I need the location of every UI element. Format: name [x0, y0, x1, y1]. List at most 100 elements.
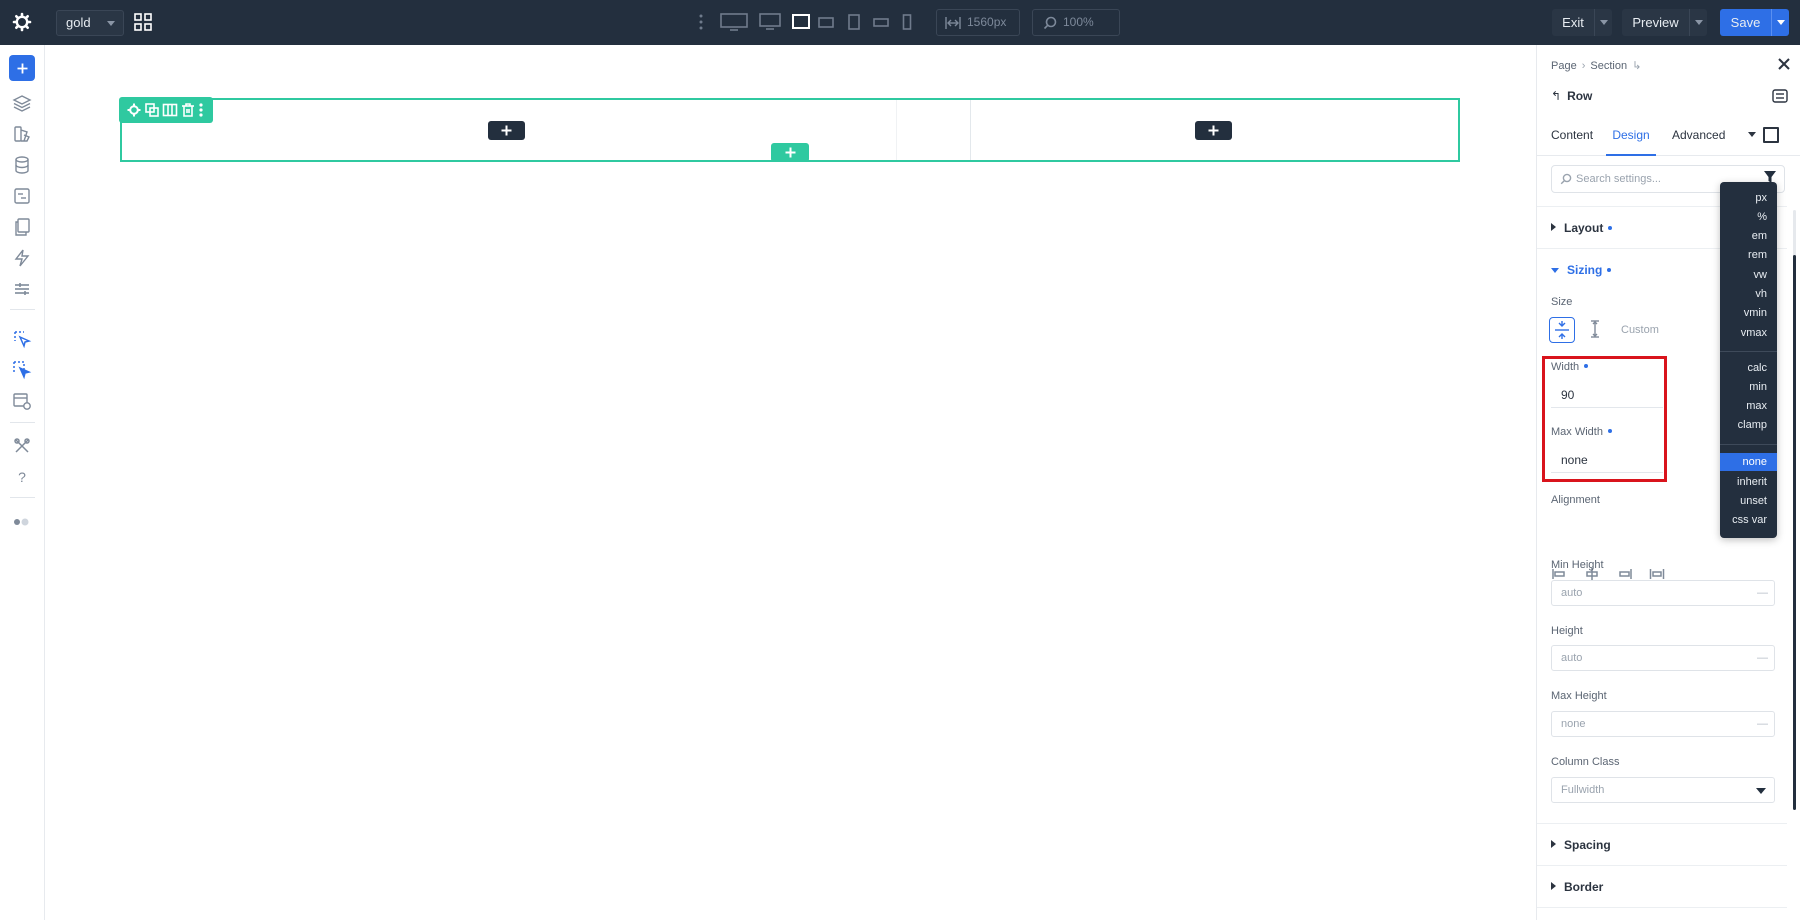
- search-placeholder: Search settings...: [1576, 173, 1661, 185]
- phone-landscape-icon[interactable]: [873, 12, 889, 32]
- unit-option-inherit[interactable]: inherit: [1720, 473, 1777, 491]
- back-arrow-icon[interactable]: ↰: [1551, 89, 1561, 103]
- section-sizing[interactable]: Sizing: [1551, 263, 1612, 277]
- size-custom-option[interactable]: Custom: [1621, 324, 1659, 336]
- unit-option-rem[interactable]: rem: [1720, 246, 1777, 264]
- zoom-value: 100%: [1063, 15, 1094, 29]
- desktop-wide-icon[interactable]: [720, 12, 748, 32]
- size-label: Size: [1551, 296, 1573, 308]
- min-height-input[interactable]: auto —: [1551, 580, 1775, 606]
- page-settings-icon[interactable]: [12, 391, 32, 411]
- scrollbar-thumb[interactable]: [1793, 255, 1796, 810]
- breadcrumb-section[interactable]: Section: [1590, 60, 1627, 72]
- chevron-right-icon: ›: [1581, 60, 1586, 72]
- canvas-width-field[interactable]: 1560px: [936, 9, 1020, 36]
- exit-button[interactable]: Exit: [1552, 9, 1612, 36]
- corner-arrow-icon: ↳: [1632, 60, 1642, 72]
- panel-tabs: Content Design Advanced: [1537, 120, 1800, 156]
- left-rail: ?: [0, 45, 45, 920]
- divider: [1537, 865, 1787, 866]
- size-fit-button[interactable]: [1583, 317, 1609, 343]
- chevron-down-icon[interactable]: [1748, 132, 1756, 137]
- square-icon[interactable]: [1763, 127, 1779, 143]
- breadcrumb-page[interactable]: Page: [1551, 60, 1577, 72]
- caret-right-icon: [1551, 840, 1556, 848]
- save-dropdown-toggle[interactable]: [1771, 9, 1789, 36]
- layout-toggle-icon[interactable]: [1772, 89, 1788, 103]
- search-icon: [1560, 173, 1572, 185]
- unit-option-vmax[interactable]: vmax: [1720, 324, 1777, 342]
- unit-option-unset[interactable]: unset: [1720, 492, 1777, 510]
- panel-scrollbar[interactable]: [1793, 210, 1796, 810]
- section-border[interactable]: Border: [1551, 880, 1603, 894]
- unit-dash[interactable]: —: [1757, 581, 1768, 605]
- layers-icon[interactable]: [12, 93, 32, 113]
- column-class-select[interactable]: Fullwidth: [1551, 777, 1775, 803]
- max-height-input[interactable]: none —: [1551, 711, 1775, 737]
- unit-option-vmin[interactable]: vmin: [1720, 304, 1777, 322]
- add-module-button[interactable]: [488, 121, 525, 140]
- zoom-field[interactable]: 100%: [1032, 9, 1120, 36]
- unit-option-em[interactable]: em: [1720, 227, 1777, 245]
- unit-dash[interactable]: —: [1757, 646, 1768, 670]
- alignment-label: Alignment: [1551, 494, 1600, 506]
- kebab-icon[interactable]: [196, 102, 206, 118]
- exit-button-label: Exit: [1562, 15, 1584, 30]
- unit-option-clamp[interactable]: clamp: [1720, 416, 1777, 434]
- exit-dropdown-toggle[interactable]: [1594, 9, 1612, 36]
- trash-icon[interactable]: [180, 102, 196, 118]
- template-icon[interactable]: [12, 186, 32, 206]
- gear-icon[interactable]: [126, 102, 142, 118]
- preview-dropdown-toggle[interactable]: [1689, 9, 1707, 36]
- lightning-icon[interactable]: [12, 248, 32, 268]
- help-icon[interactable]: ?: [12, 467, 32, 487]
- gear-icon[interactable]: [12, 12, 32, 32]
- sliders-icon[interactable]: [12, 279, 32, 299]
- unit-option-max[interactable]: max: [1720, 397, 1777, 415]
- add-row-button[interactable]: [771, 143, 809, 162]
- grid-icon[interactable]: [134, 13, 152, 31]
- brush-icon[interactable]: [12, 124, 32, 144]
- row-toolbar: [119, 97, 213, 123]
- preview-button[interactable]: Preview: [1622, 9, 1707, 36]
- unit-option-calc[interactable]: calc: [1720, 359, 1777, 377]
- pages-icon[interactable]: [12, 217, 32, 237]
- save-button[interactable]: Save: [1720, 9, 1789, 36]
- height-input[interactable]: auto —: [1551, 645, 1775, 671]
- section-spacing[interactable]: Spacing: [1551, 838, 1611, 852]
- unit-option-px[interactable]: px: [1720, 189, 1777, 207]
- tab-design[interactable]: Design: [1606, 120, 1656, 156]
- add-module-button[interactable]: [1195, 121, 1232, 140]
- add-element-button[interactable]: [9, 55, 35, 81]
- columns-icon[interactable]: [162, 102, 178, 118]
- divider: [1537, 823, 1787, 824]
- unit-dash[interactable]: —: [1757, 712, 1768, 736]
- units-dropdown: px % em rem vw vh vmin vmax calc min max…: [1720, 182, 1777, 538]
- unit-option-percent[interactable]: %: [1720, 208, 1777, 226]
- tab-content[interactable]: Content: [1551, 120, 1601, 156]
- duplicate-icon[interactable]: [144, 102, 160, 118]
- phone-portrait-icon[interactable]: [902, 12, 912, 32]
- database-icon[interactable]: [12, 155, 32, 175]
- multi-select-icon[interactable]: [12, 360, 32, 380]
- size-fill-button[interactable]: [1549, 317, 1575, 343]
- unit-option-vw[interactable]: vw: [1720, 266, 1777, 284]
- toggle-dots-icon[interactable]: [12, 512, 32, 532]
- unit-option-min[interactable]: min: [1720, 378, 1777, 396]
- unit-option-vh[interactable]: vh: [1720, 285, 1777, 303]
- select-cursor-icon[interactable]: [12, 329, 32, 349]
- laptop-icon[interactable]: [792, 12, 810, 32]
- desktop-icon[interactable]: [759, 12, 781, 32]
- section-layout[interactable]: Layout: [1551, 221, 1613, 235]
- close-icon[interactable]: [1777, 57, 1791, 71]
- tools-icon[interactable]: [12, 436, 32, 456]
- tablet-landscape-icon[interactable]: [818, 12, 834, 32]
- section-layout-label: Layout: [1564, 221, 1604, 235]
- kebab-icon[interactable]: [699, 14, 703, 30]
- chevron-down-icon: [1695, 20, 1703, 25]
- workspace-select[interactable]: gold: [56, 10, 124, 36]
- unit-option-css-var[interactable]: css var: [1720, 511, 1777, 529]
- tablet-portrait-icon[interactable]: [848, 12, 860, 32]
- unit-option-none[interactable]: none: [1720, 453, 1777, 471]
- tab-advanced[interactable]: Advanced: [1672, 120, 1742, 156]
